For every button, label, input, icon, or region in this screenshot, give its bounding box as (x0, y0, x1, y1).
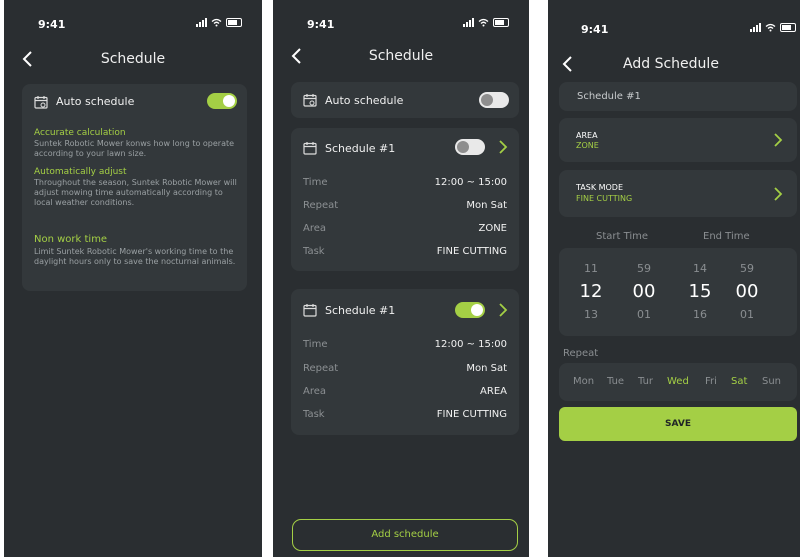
task-mode-label: TASK MODE (576, 183, 624, 192)
picker-start-hour-prev[interactable]: 11 (571, 262, 611, 275)
wifi-icon (765, 23, 776, 32)
wifi-icon (211, 18, 222, 27)
page-title: Schedule (100, 51, 166, 67)
schedule-screen-auto: 9:41 Schedule Auto schedule Accurate cal… (4, 0, 262, 557)
picker-start-hour-next[interactable]: 13 (571, 308, 611, 321)
task-label: Task (303, 246, 325, 257)
time-label: Time (303, 177, 328, 188)
task-label: Task (303, 409, 325, 420)
day-sat[interactable]: Sat (731, 376, 747, 387)
info-heading: Non work time (34, 234, 108, 245)
status-time: 9:41 (38, 18, 66, 31)
auto-schedule-label: Auto schedule (325, 94, 404, 107)
wifi-icon (478, 18, 489, 27)
signal-icon (196, 18, 207, 27)
calendar-icon (303, 142, 317, 155)
add-schedule-button[interactable]: Add schedule (292, 519, 518, 551)
nav-bar: Schedule (4, 47, 262, 73)
status-time: 9:41 (581, 23, 609, 36)
status-bar: 9:41 (548, 21, 800, 41)
task-mode-value: FINE CUTTING (576, 194, 633, 203)
picker-start-min-prev[interactable]: 59 (624, 262, 664, 275)
schedule-card[interactable]: Schedule #1 Time 12:00 ~ 15:00 Repeat Mo… (291, 289, 519, 435)
schedule-toggle[interactable] (455, 302, 485, 318)
picker-start-hour[interactable]: 12 (571, 281, 611, 302)
day-mon[interactable]: Mon (573, 376, 594, 387)
time-picker[interactable]: 11 12 13 59 00 01 14 15 16 59 00 01 (559, 248, 797, 336)
repeat-label: Repeat (303, 200, 339, 211)
battery-icon (226, 18, 242, 27)
area-selector[interactable]: AREA ZONE (559, 118, 797, 162)
picker-end-min[interactable]: 00 (727, 281, 767, 302)
auto-schedule-card: Auto schedule (291, 82, 519, 118)
signal-icon (463, 18, 474, 27)
calendar-icon (303, 304, 317, 317)
area-label: Area (303, 386, 327, 397)
info-body: Throughout the season, Suntek Robotic Mo… (34, 178, 237, 207)
info-body: Suntek Robotic Mower konws how long to o… (34, 139, 235, 158)
picker-end-min-next[interactable]: 01 (727, 308, 767, 321)
picker-end-min-prev[interactable]: 59 (727, 262, 767, 275)
task-value: FINE CUTTING (436, 409, 507, 420)
day-wed[interactable]: Wed (667, 376, 689, 387)
page-title: Add Schedule (623, 56, 719, 72)
signal-icon (750, 23, 761, 32)
calendar-icon (34, 96, 48, 109)
schedule-card[interactable]: Schedule #1 Time 12:00 ~ 15:00 Repeat Mo… (291, 128, 519, 271)
task-value: FINE CUTTING (436, 246, 507, 257)
chevron-right-icon[interactable] (773, 132, 783, 148)
status-time: 9:41 (307, 18, 335, 31)
area-value: ZONE (576, 141, 599, 150)
day-fri[interactable]: Fri (705, 376, 717, 387)
auto-schedule-toggle[interactable] (479, 92, 509, 108)
info-heading: Accurate calculation (34, 128, 126, 138)
schedule-toggle[interactable] (455, 139, 485, 155)
picker-end-hour-prev[interactable]: 14 (680, 262, 720, 275)
picker-start-min-next[interactable]: 01 (624, 308, 664, 321)
area-value: ZONE (478, 223, 507, 234)
nav-bar: Add Schedule (548, 52, 800, 78)
area-value: AREA (480, 386, 507, 397)
repeat-label: Repeat (303, 363, 339, 374)
battery-icon (780, 23, 796, 32)
chevron-right-icon[interactable] (498, 302, 508, 318)
info-heading: Automatically adjust (34, 167, 127, 177)
picker-start-min[interactable]: 00 (624, 281, 664, 302)
schedule-name: Schedule #1 (325, 142, 396, 155)
schedule-name-value: Schedule #1 (577, 91, 641, 102)
nav-bar: Schedule (273, 44, 529, 70)
chevron-right-icon[interactable] (498, 139, 508, 155)
picker-end-hour[interactable]: 15 (680, 281, 720, 302)
repeat-label: Repeat (563, 348, 599, 359)
status-bar: 9:41 (4, 16, 262, 36)
save-button[interactable]: SAVE (559, 407, 797, 441)
day-sun[interactable]: Sun (762, 376, 781, 387)
picker-end-hour-next[interactable]: 16 (680, 308, 720, 321)
start-time-label: Start Time (596, 231, 649, 242)
auto-schedule-label: Auto schedule (56, 95, 135, 108)
repeat-value: Mon Sat (466, 363, 507, 374)
time-value: 12:00 ~ 15:00 (434, 339, 507, 350)
day-tue[interactable]: Tue (607, 376, 624, 387)
end-time-label: End Time (703, 231, 750, 242)
schedule-name-field[interactable]: Schedule #1 (559, 82, 797, 111)
day-tur[interactable]: Tur (638, 376, 653, 387)
time-label: Time (303, 339, 328, 350)
info-body: Limit Suntek Robotic Mower's working tim… (34, 247, 236, 266)
add-schedule-screen: 9:41 Add Schedule Schedule #1 AREA ZONE … (548, 0, 800, 557)
auto-schedule-toggle[interactable] (207, 93, 237, 109)
schedule-name: Schedule #1 (325, 304, 396, 317)
repeat-value: Mon Sat (466, 200, 507, 211)
schedule-screen-list: 9:41 Schedule Auto schedule Schedule #1 … (273, 0, 529, 557)
battery-icon (493, 18, 509, 27)
calendar-icon (303, 94, 317, 107)
time-value: 12:00 ~ 15:00 (434, 177, 507, 188)
page-title: Schedule (368, 48, 434, 64)
area-label: Area (303, 223, 327, 234)
status-bar: 9:41 (273, 16, 529, 36)
area-label: AREA (576, 131, 598, 140)
task-mode-selector[interactable]: TASK MODE FINE CUTTING (559, 170, 797, 217)
chevron-right-icon[interactable] (773, 186, 783, 202)
